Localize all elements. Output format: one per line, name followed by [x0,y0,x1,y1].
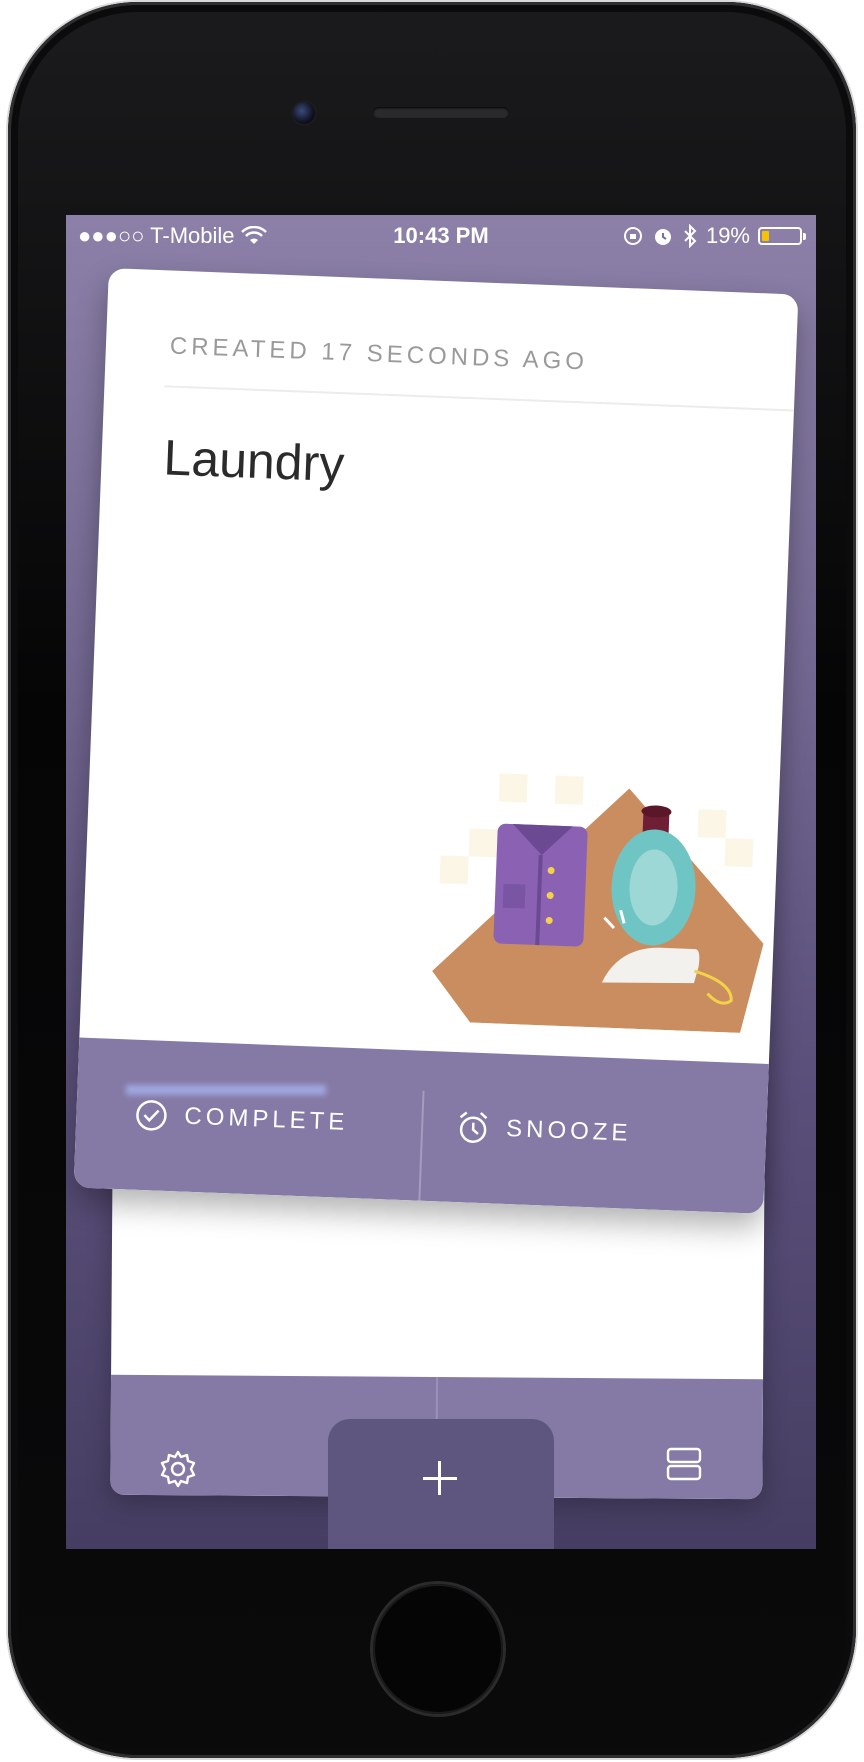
battery-level [762,231,769,241]
created-timestamp: CREATED 17 SECONDS AGO [169,332,589,376]
snooze-button[interactable]: SNOOZE [453,1052,634,1209]
plus-icon-vertical [438,1461,441,1495]
alarm-icon [654,229,671,245]
earpiece-speaker [373,107,509,118]
action-divider [418,1090,425,1201]
laundry-illustration [432,773,764,1033]
gear-icon[interactable] [158,1449,198,1489]
card-action-bar: COMPLETE SNOOZE [73,1037,769,1214]
alarm-clock-icon [459,1111,488,1143]
task-card[interactable]: CREATED 17 SECONDS AGO Laundry COMPLETE … [73,268,799,1214]
check-circle-icon [136,1100,167,1131]
rotation-lock-icon [623,227,642,245]
app-screen: ●●●○○ T-Mobile 10:43 PM 19% CREATED 17 S… [66,215,816,1549]
card-stack-icon[interactable] [666,1447,702,1481]
complete-button[interactable]: COMPLETE [132,1040,352,1198]
snooze-label: SNOOZE [505,1114,632,1147]
card-divider [164,385,794,412]
swipe-indicator [126,1085,326,1095]
tab-bar [66,1419,816,1549]
proximity-sensor [436,48,444,56]
battery-icon [758,227,806,245]
phone-frame: ●●●○○ T-Mobile 10:43 PM 19% CREATED 17 S… [8,2,856,1758]
bluetooth-icon [684,224,697,248]
front-camera [293,102,315,124]
home-button[interactable] [373,1584,503,1714]
status-right: 19% [622,223,806,249]
add-task-button[interactable] [328,1419,554,1549]
complete-label: COMPLETE [183,1102,349,1136]
battery-percent: 19% [705,223,750,248]
status-bar: ●●●○○ T-Mobile 10:43 PM 19% [66,215,816,255]
task-title[interactable]: Laundry [163,428,346,493]
